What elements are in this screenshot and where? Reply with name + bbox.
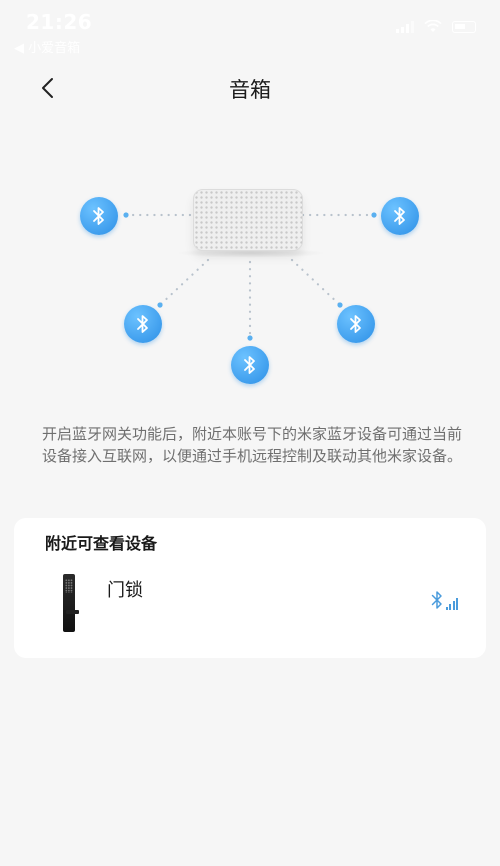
bluetooth-signal-icon [431, 590, 458, 610]
device-name: 门锁 [107, 580, 143, 601]
bluetooth-icon [93, 207, 104, 225]
bluetooth-node-left [80, 197, 118, 235]
bluetooth-icon [244, 356, 255, 374]
door-lock-icon [63, 574, 79, 632]
bluetooth-icon [350, 315, 361, 333]
back-to-app-link[interactable]: ◀ 小爱音箱 [14, 37, 80, 56]
bluetooth-node-bottom [231, 346, 269, 384]
gateway-description: 开启蓝牙网关功能后，附近本账号下的米家蓝牙设备可通过当前设备接入互联网，以便通过… [42, 425, 463, 465]
cellular-signal-icon [396, 20, 414, 33]
list-item[interactable]: 门锁 [14, 566, 486, 642]
bluetooth-node-right [381, 197, 419, 235]
wifi-icon [424, 20, 442, 32]
status-icons [396, 20, 476, 33]
bluetooth-icon [394, 207, 405, 225]
status-time: 21:26 [26, 10, 93, 34]
nearby-devices-title: 附近可查看设备 [45, 534, 158, 553]
bluetooth-node-lower-right [337, 305, 375, 343]
page-title: 音箱 [229, 78, 271, 102]
battery-icon [452, 20, 476, 33]
bluetooth-node-lower-left [124, 305, 162, 343]
nearby-devices-card: 附近可查看设备 门锁 [14, 518, 486, 658]
speaker-image [193, 189, 303, 251]
status-bar: 21:26 ◀ 小爱音箱 [0, 0, 500, 58]
bluetooth-icon [137, 315, 148, 333]
